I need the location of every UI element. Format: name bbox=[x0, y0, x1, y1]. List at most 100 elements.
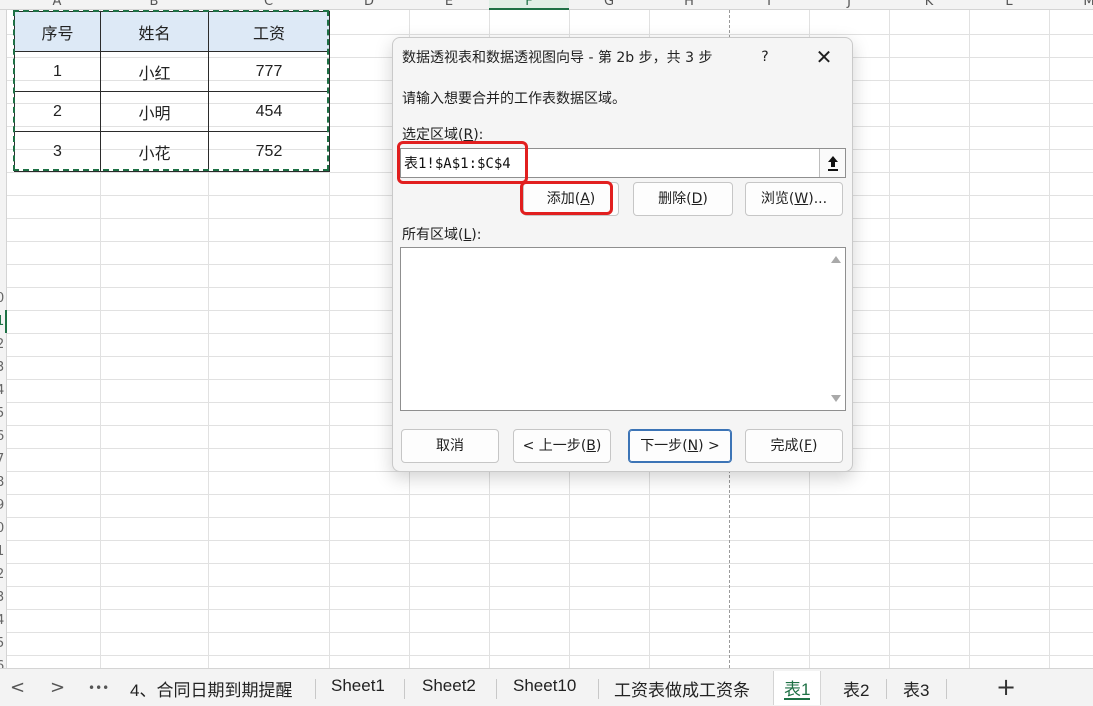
sheet-tab[interactable]: Sheet2 bbox=[422, 676, 476, 696]
row-number[interactable]: 9 bbox=[0, 494, 7, 517]
cancel-button[interactable]: 取消 bbox=[401, 429, 499, 463]
row-number[interactable]: 8 bbox=[0, 471, 7, 494]
gridline bbox=[969, 10, 970, 668]
row-number[interactable]: 5 bbox=[0, 402, 7, 425]
sheet-tab[interactable]: Sheet1 bbox=[331, 676, 385, 696]
row-number[interactable] bbox=[0, 103, 7, 126]
sheet-tab-active[interactable]: 表1 bbox=[773, 671, 822, 705]
row-number[interactable] bbox=[0, 149, 7, 172]
column-header-row: A B C D E F G H I J K L M bbox=[0, 0, 1093, 10]
list-scrollbar[interactable] bbox=[827, 248, 845, 410]
row-number[interactable]: 0 bbox=[0, 287, 7, 310]
column-header-f[interactable]: F bbox=[489, 0, 569, 10]
table-cell[interactable]: 3 bbox=[14, 131, 101, 172]
tab-divider bbox=[496, 679, 497, 699]
row-number[interactable]: 6 bbox=[0, 655, 7, 668]
gridline bbox=[7, 586, 1093, 587]
row-number[interactable] bbox=[0, 195, 7, 218]
table-row: 2 小明 454 bbox=[14, 91, 330, 132]
browse-button[interactable]: 浏览(W)... bbox=[745, 182, 843, 216]
row-number[interactable]: 3 bbox=[0, 356, 7, 379]
table-cell[interactable]: 小红 bbox=[100, 51, 209, 92]
column-header-i[interactable]: I bbox=[729, 0, 809, 10]
column-header-g[interactable]: G bbox=[569, 0, 649, 10]
add-button[interactable]: 添加(A) bbox=[523, 182, 619, 216]
sheet-tab[interactable]: 表2 bbox=[843, 676, 869, 701]
tab-divider bbox=[598, 679, 599, 699]
next-button[interactable]: 下一步(N) > bbox=[628, 429, 732, 463]
row-number[interactable] bbox=[0, 172, 7, 195]
column-header-e[interactable]: E bbox=[409, 0, 489, 10]
row-number[interactable] bbox=[0, 34, 7, 57]
row-number[interactable] bbox=[0, 264, 7, 287]
header-cell-index[interactable]: 序号 bbox=[14, 11, 101, 52]
column-header-m[interactable]: M bbox=[1049, 0, 1093, 10]
row-number[interactable]: 0 bbox=[0, 517, 7, 540]
sheet-tab[interactable]: 工资表做成工资条 bbox=[614, 676, 750, 701]
scroll-up-arrow-icon[interactable] bbox=[831, 256, 841, 263]
active-tab-underline bbox=[784, 698, 811, 700]
gridline bbox=[7, 494, 1093, 495]
row-number[interactable] bbox=[0, 126, 7, 149]
row-number[interactable]: 7 bbox=[0, 448, 7, 471]
row-number[interactable]: 5 bbox=[0, 632, 7, 655]
row-number[interactable]: 4 bbox=[0, 609, 7, 632]
sheet-tab[interactable]: Sheet10 bbox=[513, 676, 576, 696]
add-button-text: 添加 bbox=[546, 191, 575, 207]
tab-divider bbox=[315, 679, 316, 699]
row-number[interactable]: 2 bbox=[0, 563, 7, 586]
table-cell[interactable]: 小明 bbox=[100, 91, 209, 132]
next-button-key: N bbox=[687, 438, 699, 454]
back-button[interactable]: < 上一步(B) bbox=[513, 429, 611, 463]
row-number[interactable]: 6 bbox=[0, 425, 7, 448]
table-cell[interactable]: 1 bbox=[14, 51, 101, 92]
delete-button[interactable]: 删除(D) bbox=[633, 182, 733, 216]
dialog-instruction: 请输入想要合并的工作表数据区域。 bbox=[402, 91, 626, 107]
table-cell[interactable]: 777 bbox=[208, 51, 330, 92]
header-cell-name[interactable]: 姓名 bbox=[100, 11, 209, 52]
table-header-row: 序号 姓名 工资 bbox=[14, 11, 330, 52]
column-header-h[interactable]: H bbox=[649, 0, 729, 10]
row-number[interactable] bbox=[0, 218, 7, 241]
column-header-k[interactable]: K bbox=[889, 0, 969, 10]
column-header-b[interactable]: B bbox=[100, 0, 208, 10]
column-header-l[interactable]: L bbox=[969, 0, 1049, 10]
tab-divider bbox=[946, 679, 947, 699]
column-header-c[interactable]: C bbox=[208, 0, 329, 10]
data-table[interactable]: 序号 姓名 工资 1 小红 777 2 小明 454 3 小花 752 bbox=[14, 11, 330, 172]
row-number[interactable]: 1 bbox=[0, 310, 7, 333]
sheet-tab[interactable]: 表3 bbox=[903, 676, 929, 701]
table-cell[interactable]: 454 bbox=[208, 91, 330, 132]
sheet-tab[interactable]: 4、合同日期到期提醒 bbox=[130, 676, 292, 701]
all-ranges-list[interactable] bbox=[400, 247, 846, 411]
row-number[interactable]: 1 bbox=[0, 540, 7, 563]
table-cell[interactable]: 752 bbox=[208, 131, 330, 172]
row-number[interactable] bbox=[0, 11, 7, 34]
scroll-down-arrow-icon[interactable] bbox=[831, 395, 841, 402]
table-cell[interactable]: 2 bbox=[14, 91, 101, 132]
row-number[interactable] bbox=[0, 80, 7, 103]
row-number[interactable]: 2 bbox=[0, 333, 7, 356]
close-icon[interactable]: ✕ bbox=[811, 44, 837, 70]
column-header-j[interactable]: J bbox=[809, 0, 889, 10]
row-number[interactable] bbox=[0, 241, 7, 264]
more-tabs-icon[interactable]: ••• bbox=[88, 681, 109, 695]
row-number[interactable] bbox=[0, 57, 7, 80]
collapse-dialog-button[interactable] bbox=[819, 149, 845, 177]
tab-divider bbox=[886, 679, 887, 699]
column-header-a[interactable]: A bbox=[14, 0, 100, 10]
range-input[interactable] bbox=[404, 152, 819, 174]
table-cell[interactable]: 小花 bbox=[100, 131, 209, 172]
column-header-d[interactable]: D bbox=[329, 0, 409, 10]
row-number[interactable]: 3 bbox=[0, 586, 7, 609]
help-button[interactable]: ? bbox=[753, 46, 777, 68]
row-number[interactable]: 4 bbox=[0, 379, 7, 402]
finish-button[interactable]: 完成(F) bbox=[745, 429, 843, 463]
tab-divider bbox=[404, 679, 405, 699]
finish-button-key: F bbox=[803, 438, 813, 454]
tab-scroll-left-icon[interactable]: < bbox=[10, 677, 25, 698]
header-cell-salary[interactable]: 工资 bbox=[208, 11, 330, 52]
add-sheet-icon[interactable]: + bbox=[996, 673, 1016, 701]
tab-scroll-right-icon[interactable]: > bbox=[50, 677, 65, 698]
range-field[interactable] bbox=[400, 148, 846, 178]
